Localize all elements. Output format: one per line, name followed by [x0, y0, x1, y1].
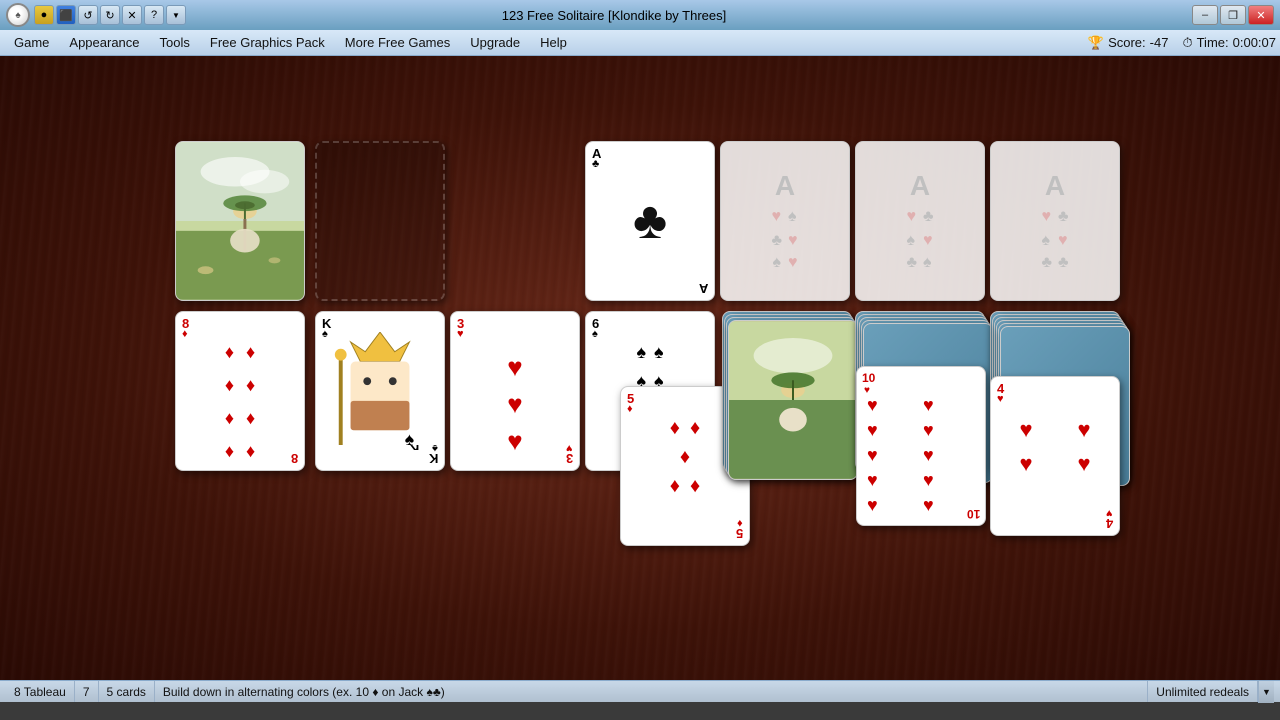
menu-more-games[interactable]: More Free Games: [335, 32, 460, 53]
restore-button[interactable]: ❐: [1220, 5, 1246, 25]
cards-label: 5 cards: [107, 685, 146, 699]
f3-suit2: ♣: [1058, 208, 1069, 226]
count-status: 7: [75, 681, 99, 702]
time-icon: ⏱: [1182, 35, 1192, 51]
f2-suit4: ♥: [923, 232, 934, 250]
scrollbar-end[interactable]: ▼: [1258, 681, 1274, 703]
quick-btn-help[interactable]: ?: [144, 5, 164, 25]
time-label: Time:: [1197, 35, 1229, 50]
f2-suit1: ♥: [907, 208, 918, 226]
f1-suit3: ♣: [772, 232, 783, 250]
tableau-col2-card1[interactable]: K ♠ ♠ K K ♠: [315, 311, 445, 471]
foundation-1[interactable]: A ♥ ♠ ♣ ♥ ♠ ♥: [720, 141, 850, 301]
close-button[interactable]: ✕: [1248, 5, 1274, 25]
f2-suit5: ♣: [907, 254, 918, 272]
quick-btn-1[interactable]: ●: [34, 5, 54, 25]
menu-appearance[interactable]: Appearance: [59, 32, 149, 53]
f3-suit1: ♥: [1042, 208, 1053, 226]
ace-clubs-foundation[interactable]: A ♣ ♣ A: [585, 141, 715, 301]
foundation-3[interactable]: A ♥ ♣ ♠ ♥ ♣ ♣: [990, 141, 1120, 301]
quick-btn-2[interactable]: ⬛: [56, 5, 76, 25]
hint-label: Build down in alternating colors (ex. 10…: [163, 685, 445, 699]
score-area: 🏆 Score: -47 ⏱ Time: 0:00:07: [1088, 35, 1276, 51]
cards-status: 5 cards: [99, 681, 155, 702]
app-icon: ♠: [6, 3, 30, 27]
quick-btn-undo[interactable]: ↺: [78, 5, 98, 25]
time-value: 0:00:07: [1233, 35, 1276, 50]
quick-btn-redo[interactable]: ↻: [100, 5, 120, 25]
redeals-label: Unlimited redeals: [1156, 685, 1249, 699]
f1-suit2: ♠: [788, 208, 799, 226]
foundation-2[interactable]: A ♥ ♣ ♠ ♥ ♣ ♠: [855, 141, 985, 301]
f3-suit3: ♠: [1042, 232, 1053, 250]
tableau-col1-card1[interactable]: 8 ♦ ♦ ♦ ♦ ♦ ♦ ♦ ♦ ♦ 8: [175, 311, 305, 471]
f1-suit5: ♠: [773, 254, 783, 272]
tableau-col7-top[interactable]: 4 ♥ ♥ ♥ ♥ ♥ 4 ♥: [990, 376, 1120, 536]
f2-suit6: ♠: [923, 254, 934, 272]
quick-access-toolbar: ● ⬛ ↺ ↻ ✕ ? ▼: [34, 0, 186, 30]
quick-btn-cancel[interactable]: ✕: [122, 5, 142, 25]
score-block: 🏆 Score: -47: [1088, 35, 1169, 51]
stock-pile[interactable]: [175, 141, 305, 301]
tableau-col5-top[interactable]: [728, 320, 858, 480]
hint-status: Build down in alternating colors (ex. 10…: [155, 681, 1148, 702]
tableau-col6-top[interactable]: 10 ♥ ♥ ♥ ♥ ♥ ♥ ♥ ♥ ♥ ♥ ♥ 10: [856, 366, 986, 526]
menu-upgrade[interactable]: Upgrade: [460, 32, 530, 53]
svg-text:K: K: [409, 442, 419, 450]
f1-suit4: ♥: [788, 232, 799, 250]
ace-suit-tl: ♣: [592, 158, 599, 170]
window-title: 123 Free Solitaire [Klondike by Threes]: [36, 8, 1192, 23]
f3-suit6: ♣: [1058, 254, 1069, 272]
ace-clubs-center: ♣: [633, 191, 667, 251]
menu-free-graphics[interactable]: Free Graphics Pack: [200, 32, 335, 53]
minimize-button[interactable]: –: [1192, 5, 1218, 25]
statusbar: 8 Tableau 7 5 cards Build down in altern…: [0, 680, 1280, 702]
redeals-status: Unlimited redeals: [1148, 681, 1258, 702]
f2-suit3: ♠: [907, 232, 918, 250]
f3-suit5: ♣: [1042, 254, 1053, 272]
foundation-1-rank: A: [775, 170, 795, 202]
tableau-col3-card1[interactable]: 3 ♥ ♥ ♥ ♥ 3 ♥: [450, 311, 580, 471]
waste-pile[interactable]: [315, 141, 445, 301]
titlebar: ♠ ● ⬛ ↺ ↻ ✕ ? ▼ 123 Free Solitaire [Klon…: [0, 0, 1280, 30]
foundation-2-rank: A: [910, 170, 930, 202]
ace-rank-br: A: [699, 281, 708, 296]
foundation-3-rank: A: [1045, 170, 1065, 202]
f3-suit4: ♥: [1058, 232, 1069, 250]
game-area[interactable]: A ♣ ♣ A A ♥ ♠ ♣ ♥ ♠ ♥ A ♥ ♣ ♠ ♥ ♣ ♠: [0, 56, 1280, 680]
menu-help[interactable]: Help: [530, 32, 577, 53]
menu-game[interactable]: Game: [4, 32, 59, 53]
menubar: Game Appearance Tools Free Graphics Pack…: [0, 30, 1280, 56]
quick-btn-menu[interactable]: ▼: [166, 5, 186, 25]
window-controls: – ❐ ✕: [1192, 5, 1274, 25]
tableau-label: 8 Tableau: [14, 685, 66, 699]
f2-suit2: ♣: [923, 208, 934, 226]
tableau-status: 8 Tableau: [6, 681, 75, 702]
score-value: -47: [1150, 35, 1169, 50]
f1-suit6: ♥: [788, 254, 798, 272]
f1-suit1: ♥: [772, 208, 783, 226]
count-value: 7: [83, 685, 90, 699]
menu-tools[interactable]: Tools: [150, 32, 200, 53]
time-block: ⏱ Time: 0:00:07: [1182, 35, 1276, 51]
score-label: Score:: [1108, 35, 1146, 50]
score-icon: 🏆: [1088, 35, 1104, 51]
